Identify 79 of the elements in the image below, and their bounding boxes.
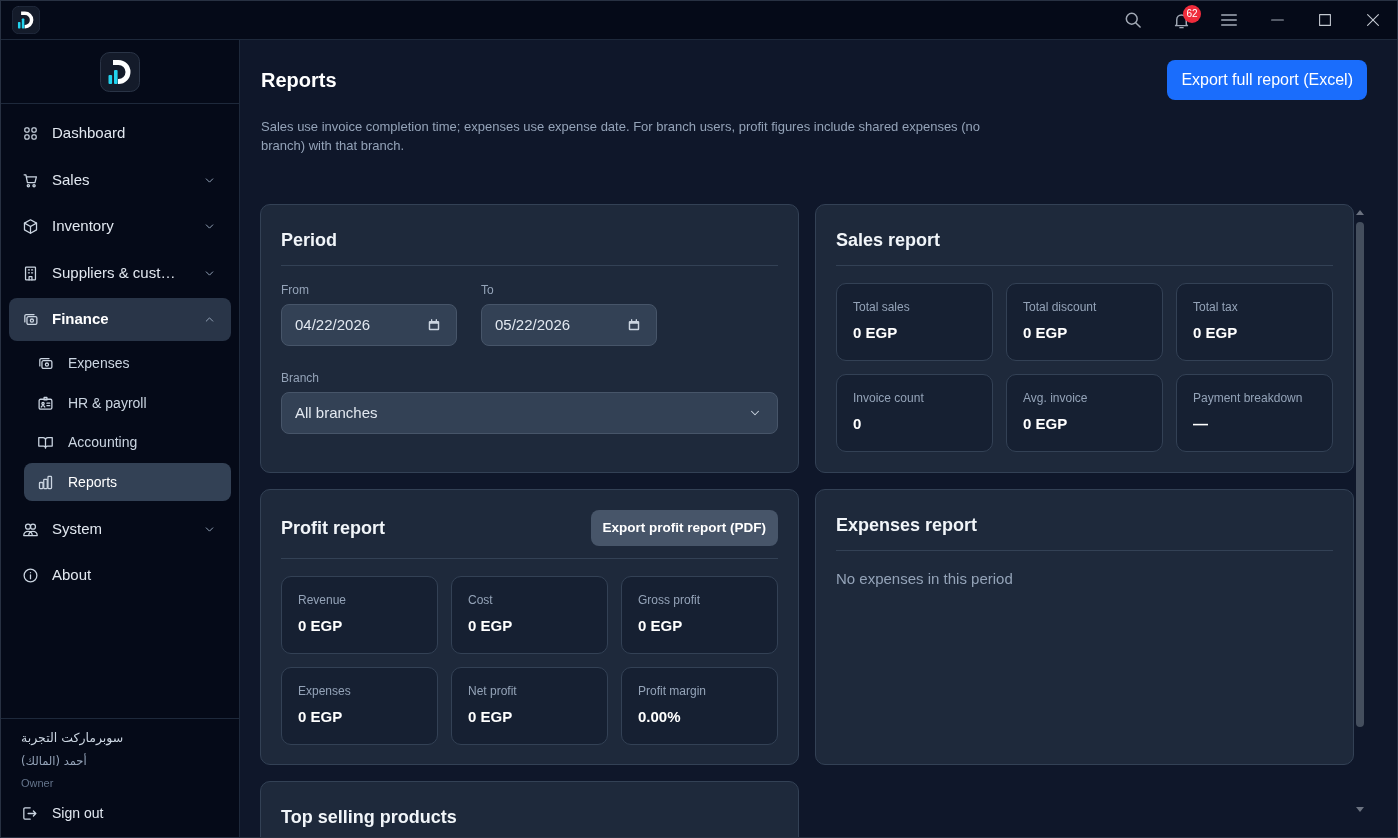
card-title: Profit report — [281, 517, 385, 540]
stat-value: 0 EGP — [1023, 323, 1068, 343]
stat-value: 0 EGP — [468, 616, 513, 636]
export-pdf-button[interactable]: Export profit report (PDF) — [590, 510, 778, 546]
banknote-icon — [37, 355, 54, 372]
stat-label: Net profit — [468, 683, 517, 699]
sidebar-subitem[interactable]: HR & payroll — [24, 384, 231, 422]
cart-icon — [22, 171, 39, 189]
sidebar-subitem[interactable]: Accounting — [24, 423, 231, 462]
stat-label: Total sales — [853, 299, 910, 315]
sidebar-item[interactable]: Finance — [9, 298, 231, 341]
minimize-icon[interactable] — [1270, 19, 1284, 21]
building-icon — [22, 264, 39, 282]
book-icon — [37, 434, 54, 451]
date-field[interactable]: 04/22/2026 — [281, 304, 457, 346]
stat-value: — — [1193, 414, 1208, 434]
field-label: From — [281, 282, 309, 298]
stat-label: Invoice count — [853, 390, 924, 406]
card-title: Top selling products — [281, 806, 457, 829]
bar-chart-icon — [37, 473, 54, 491]
field-label: Branch — [281, 370, 320, 386]
stat-label: Expenses — [298, 683, 351, 699]
id-card-icon — [37, 394, 54, 412]
maximize-icon[interactable] — [1319, 14, 1331, 26]
sidebar-item[interactable]: Dashboard — [9, 112, 231, 155]
menu-icon[interactable] — [1220, 11, 1238, 29]
export-excel-button[interactable]: Export full report (Excel) — [1167, 60, 1367, 100]
info-icon — [22, 567, 39, 584]
stat-value: 0 EGP — [1023, 414, 1068, 434]
card-title: Period — [281, 229, 338, 252]
stat-label: Avg. invoice — [1023, 390, 1088, 406]
stat-label: Total discount — [1023, 299, 1097, 315]
user-name: أحمد (المالك) — [21, 753, 87, 769]
stat-value: 0 EGP — [638, 616, 683, 636]
field-label: To — [481, 282, 494, 298]
sidebar-item[interactable]: System — [9, 507, 231, 551]
logo-icon — [100, 51, 140, 92]
stat-label: Profit margin — [638, 683, 707, 699]
page-description: Sales use invoice completion time; expenses use expense date. For branch users, profit figures include shared expenses (no branch) with that branch. — [261, 118, 981, 155]
close-icon[interactable] — [1367, 14, 1379, 26]
sidebar-subitem[interactable]: Reports — [24, 463, 231, 501]
stat-value: 0 EGP — [853, 323, 898, 343]
banknote-icon — [22, 311, 39, 328]
sidebar-item[interactable]: About — [9, 554, 231, 597]
stat-value: 0 EGP — [298, 616, 343, 636]
sidebar-subitem[interactable]: Expenses — [24, 344, 231, 383]
stat-value: 0 EGP — [468, 707, 513, 727]
calendar-icon[interactable] — [627, 318, 641, 332]
scroll-up-icon[interactable] — [1356, 210, 1364, 215]
stat-value: 0 EGP — [1193, 323, 1238, 343]
stat-value: 0 — [853, 414, 862, 434]
scrollbar-thumb[interactable] — [1356, 222, 1364, 727]
user-role: Owner — [21, 776, 54, 790]
stat-label: Revenue — [298, 592, 347, 608]
scroll-down-icon[interactable] — [1356, 807, 1364, 812]
card-title: Sales report — [836, 229, 942, 252]
sidebar-item[interactable]: Suppliers & cust… — [9, 251, 231, 295]
sign-out-button[interactable]: Sign out — [21, 801, 104, 825]
store-name: سوبرماركت التجربة — [21, 729, 124, 747]
stat-value: 0.00% — [638, 707, 681, 727]
stat-label: Cost — [468, 592, 493, 608]
page-title: Reports — [261, 68, 337, 93]
stat-label: Payment breakdown — [1193, 390, 1303, 406]
grid-icon — [22, 125, 39, 142]
date-field[interactable]: 05/22/2026 — [481, 304, 657, 346]
stat-label: Total tax — [1193, 299, 1238, 315]
search-icon[interactable] — [1123, 10, 1143, 30]
logout-icon — [21, 804, 38, 822]
branch-select[interactable]: All branches — [281, 392, 778, 434]
calendar-icon[interactable] — [427, 318, 441, 332]
notification-badge: 62 — [1183, 5, 1201, 23]
sidebar-item[interactable]: Inventory — [9, 205, 231, 248]
cube-icon — [22, 218, 39, 235]
stat-label: Gross profit — [638, 592, 700, 608]
card-title: Expenses report — [836, 514, 978, 537]
app-logo-icon — [12, 6, 40, 34]
stat-value: 0 EGP — [298, 707, 343, 727]
sidebar-item[interactable]: Sales — [9, 158, 231, 202]
empty-message: No expenses in this period — [836, 569, 1013, 589]
